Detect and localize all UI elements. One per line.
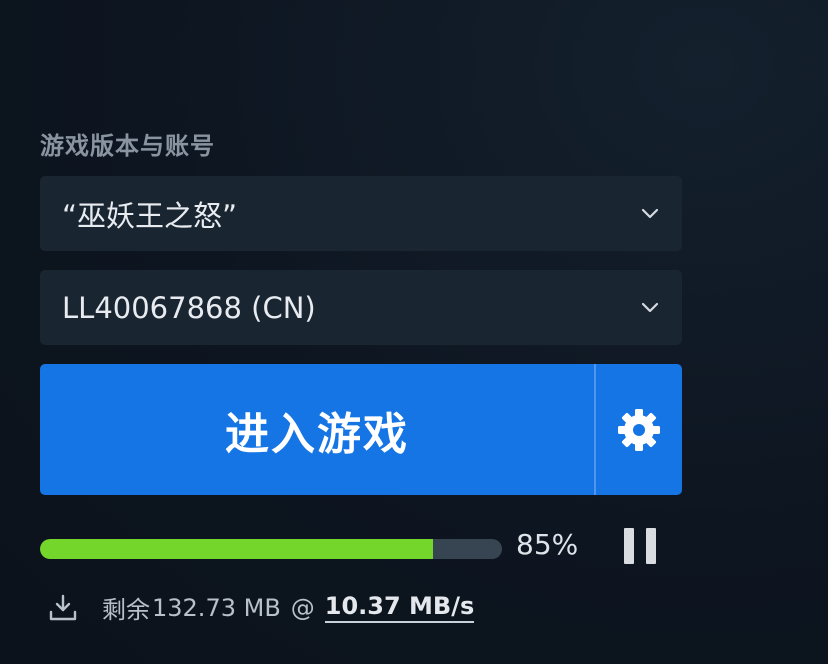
play-button-group: 进入游戏 — [40, 364, 682, 495]
game-version-dropdown[interactable]: “巫妖王之怒” — [40, 176, 682, 251]
game-version-value: “巫妖王之怒” — [62, 198, 238, 233]
pause-icon — [646, 528, 656, 564]
chevron-down-icon — [640, 298, 660, 318]
pause-download-button[interactable] — [624, 528, 656, 564]
gear-icon — [618, 408, 660, 451]
section-label: 游戏版本与账号 — [40, 132, 215, 160]
download-progress-bar — [40, 539, 502, 559]
account-dropdown[interactable]: LL40067868 (CN) — [40, 270, 682, 345]
download-progress-fill — [40, 539, 433, 559]
game-settings-button[interactable] — [596, 364, 682, 495]
chevron-down-icon — [640, 204, 660, 224]
account-value: LL40067868 (CN) — [62, 290, 316, 325]
remaining-label: 剩余 — [102, 596, 150, 624]
remaining-size: 132.73 MB — [152, 593, 281, 622]
download-speed[interactable]: 10.37 MB/s — [324, 592, 475, 623]
download-percent: 85% — [516, 528, 579, 561]
launch-panel: 游戏版本与账号 “巫妖王之怒” LL40067868 (CN) 进入游戏 85%… — [40, 0, 682, 664]
play-button[interactable]: 进入游戏 — [40, 364, 596, 495]
pause-icon — [624, 528, 634, 564]
at-separator: @ — [290, 593, 315, 622]
download-status: 剩余 132.73 MB @ 10.37 MB/s — [48, 590, 475, 625]
download-icon — [49, 594, 77, 620]
